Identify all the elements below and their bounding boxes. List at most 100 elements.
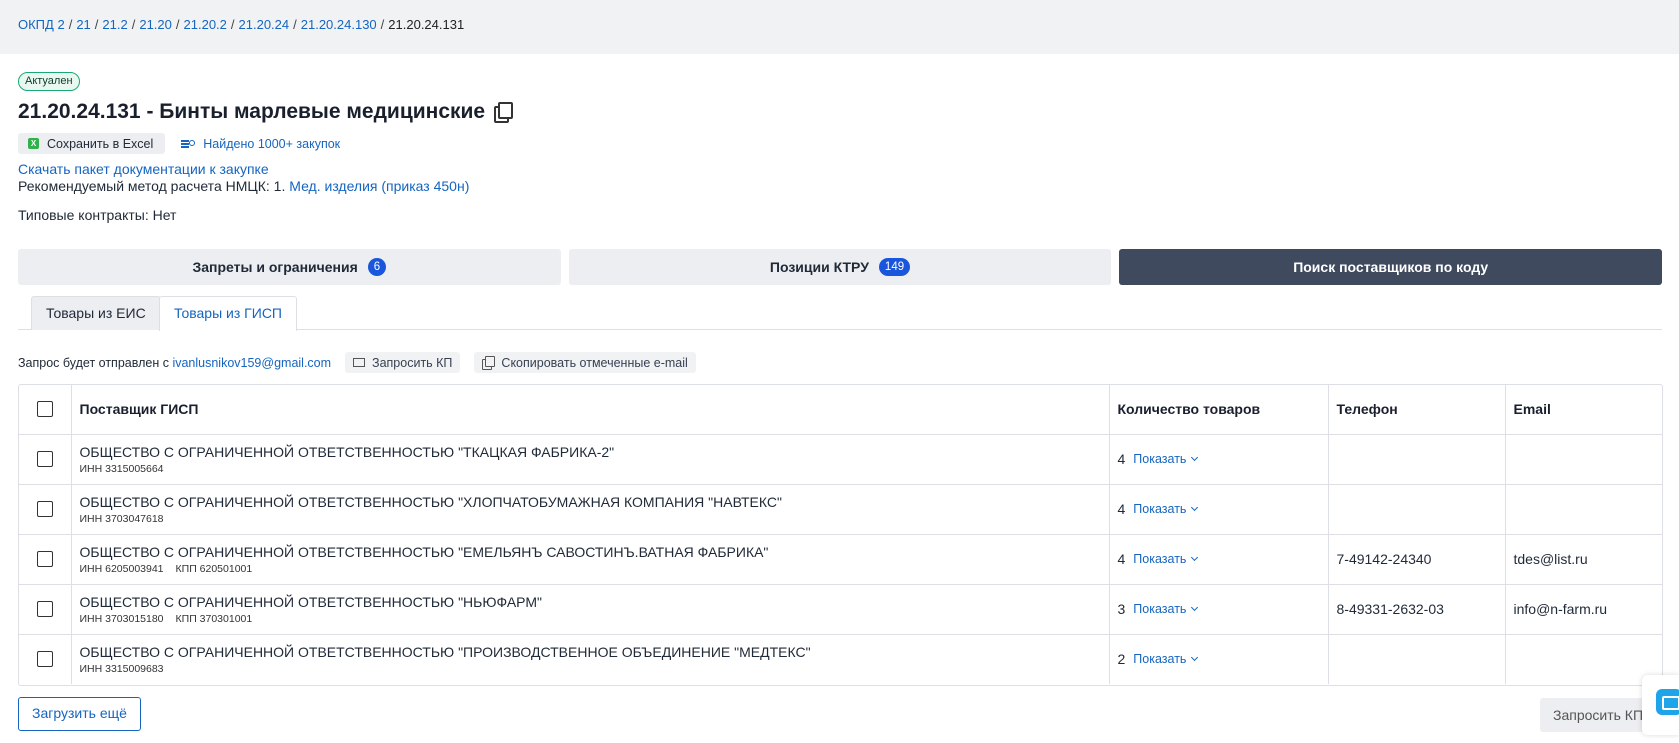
supplier-cell: ОБЩЕСТВО С ОГРАНИЧЕННОЙ ОТВЕТСТВЕННОСТЬЮ…: [71, 634, 1110, 684]
table-header-row: Поставщик ГИСП Количество товаров Телефо…: [19, 385, 1662, 435]
header-email[interactable]: Email: [1505, 385, 1662, 435]
supplier-kpp: КПП 620501001: [175, 562, 253, 575]
chevron-down-icon: [1191, 503, 1199, 512]
supplier-name: ОБЩЕСТВО С ОГРАНИЧЕННОЙ ОТВЕТСТВЕННОСТЬЮ…: [79, 593, 542, 610]
breadcrumb-item-21-2[interactable]: 21.2: [102, 17, 127, 32]
supplier-inn: ИНН 3315005664: [79, 462, 164, 475]
copy-emails-button[interactable]: Скопировать отмеченные e-mail: [474, 352, 696, 373]
header-supplier[interactable]: Поставщик ГИСП: [71, 385, 1110, 435]
quantity-cell: 2 Показать: [1109, 634, 1329, 684]
quantity-value: 4: [1117, 451, 1126, 467]
restrictions-count-badge: 6: [367, 258, 387, 276]
breadcrumb-item-21[interactable]: 21: [76, 17, 90, 32]
row-checkbox[interactable]: [36, 601, 53, 617]
breadcrumb-separator: /: [230, 17, 235, 32]
download-docs-link[interactable]: Скачать пакет документации к закупке: [18, 161, 269, 177]
row-checkbox[interactable]: [36, 501, 53, 517]
tab-restrictions[interactable]: Запреты и ограничения 6: [18, 249, 561, 285]
found-purchases-button[interactable]: Найдено 1000+ закупок: [173, 133, 348, 154]
breadcrumb-item-21-20-2[interactable]: 21.20.2: [184, 17, 227, 32]
show-label: Показать: [1133, 502, 1187, 516]
show-goods-link[interactable]: Показать: [1133, 502, 1199, 516]
supplier-ids: ИНН 3315005664: [80, 463, 1101, 475]
show-label: Показать: [1133, 452, 1187, 466]
quantity-value: 4: [1117, 501, 1126, 517]
load-more-button[interactable]: Загрузить ещё: [18, 697, 141, 731]
quantity-cell: 4 Показать: [1109, 534, 1329, 585]
table-row: ОБЩЕСТВО С ОГРАНИЧЕННОЙ ОТВЕТСТВЕННОСТЬЮ…: [19, 634, 1662, 684]
breadcrumb: ОКПД 2/21/21.2/21.20/21.20.2/21.20.24/21…: [18, 17, 464, 32]
save-excel-button[interactable]: X Сохранить в Excel: [18, 133, 166, 154]
typical-contracts: Типовые контракты: Нет: [18, 207, 177, 223]
chevron-down-icon: [1191, 553, 1199, 562]
chevron-down-icon: [1191, 453, 1199, 462]
breadcrumb-separator: /: [175, 17, 180, 32]
quantity-cell: 3 Показать: [1109, 584, 1329, 635]
email-cell: info@n-farm.ru: [1505, 584, 1662, 635]
request-kp-button[interactable]: Запросить КП: [345, 352, 461, 373]
breadcrumb-current: 21.20.24.131: [388, 17, 465, 32]
supplier-name: ОБЩЕСТВО С ОГРАНИЧЕННОЙ ОТВЕТСТВЕННОСТЬЮ…: [79, 643, 811, 660]
phone-cell: [1328, 484, 1506, 535]
nmck-method-link[interactable]: Мед. изделия (приказ 450н): [289, 178, 469, 194]
email-cell: tdes@list.ru: [1505, 534, 1662, 585]
supplier-inn: ИНН 6205003941: [79, 562, 164, 575]
header-phone[interactable]: Телефон: [1328, 385, 1506, 435]
select-all-checkbox[interactable]: [36, 401, 53, 418]
show-label: Показать: [1133, 552, 1187, 566]
show-goods-link[interactable]: Показать: [1133, 552, 1199, 566]
show-goods-link[interactable]: Показать: [1133, 452, 1199, 466]
row-select-cell: [19, 584, 72, 635]
supplier-name: ОБЩЕСТВО С ОГРАНИЧЕННОЙ ОТВЕТСТВЕННОСТЬЮ…: [79, 493, 782, 510]
supplier-ids: ИНН 3703015180 КПП 370301001: [80, 613, 1101, 625]
row-checkbox[interactable]: [36, 651, 53, 668]
breadcrumb-separator: /: [293, 17, 297, 32]
breadcrumb-item-21-20-24[interactable]: 21.20.24: [239, 17, 290, 32]
supplier-ids: ИНН 3315009683: [80, 663, 1101, 675]
header-quantity[interactable]: Количество товаров: [1109, 385, 1329, 435]
request-sender-text: Запрос будет отправлен с ivanlusnikov159…: [18, 356, 331, 370]
supplier-ids: ИНН 6205003941 КПП 620501001: [80, 563, 1101, 575]
supplier-inn: ИНН 3315009683: [79, 662, 164, 675]
tab-supplier-search[interactable]: Поиск поставщиков по коду: [1119, 249, 1663, 285]
sender-email-link[interactable]: ivanlusnikov159@gmail.com: [172, 356, 331, 370]
supplier-ids: ИНН 3703047618: [80, 513, 1101, 525]
tab-gisp-goods[interactable]: Товары из ГИСП: [159, 296, 297, 331]
copy-icon: [482, 356, 496, 370]
quantity-cell: 4 Показать: [1109, 484, 1329, 535]
select-all-cell: [19, 385, 72, 435]
row-select-cell: [19, 434, 72, 485]
supplier-kpp: КПП 370301001: [175, 612, 253, 625]
tab-restrictions-label: Запреты и ограничения: [192, 259, 358, 275]
tab-ktru-positions[interactable]: Позиции КТРУ 149: [568, 249, 1112, 285]
breadcrumb-separator: /: [94, 17, 99, 32]
show-goods-link[interactable]: Показать: [1133, 602, 1199, 616]
supplier-name: ОБЩЕСТВО С ОГРАНИЧЕННОЙ ОТВЕТСТВЕННОСТЬЮ…: [79, 543, 769, 560]
breadcrumb-item-okpd[interactable]: ОКПД 2: [18, 17, 65, 32]
actions-row: X Сохранить в Excel Найдено 1000+ закупо…: [18, 133, 348, 154]
table-row: ОБЩЕСТВО С ОГРАНИЧЕННОЙ ОТВЕТСТВЕННОСТЬЮ…: [19, 584, 1662, 635]
mail-icon: [353, 358, 366, 367]
row-checkbox[interactable]: [36, 551, 53, 567]
supplier-name: ОБЩЕСТВО С ОГРАНИЧЕННОЙ ОТВЕТСТВЕННОСТЬЮ…: [79, 443, 615, 460]
breadcrumb-separator: /: [380, 17, 385, 32]
copy-emails-label: Скопировать отмеченные e-mail: [501, 355, 688, 370]
chat-widget[interactable]: [1642, 675, 1679, 735]
tab-eis-goods[interactable]: Товары из ЕИС: [31, 296, 161, 330]
show-goods-link[interactable]: Показать: [1133, 652, 1199, 666]
breadcrumb-item-21-20[interactable]: 21.20: [139, 17, 172, 32]
phone-cell: 7-49142-24340: [1328, 534, 1506, 585]
copy-icon[interactable]: [493, 102, 514, 123]
request-kp-label: Запросить КП: [372, 355, 453, 370]
row-checkbox[interactable]: [36, 451, 53, 467]
tab-ktru-label: Позиции КТРУ: [769, 259, 869, 275]
suppliers-table: Поставщик ГИСП Количество товаров Телефо…: [18, 384, 1663, 686]
email-cell: [1505, 434, 1662, 485]
phone-cell: 8-49331-2632-03: [1328, 584, 1506, 635]
supplier-cell: ОБЩЕСТВО С ОГРАНИЧЕННОЙ ОТВЕТСТВЕННОСТЬЮ…: [71, 534, 1110, 585]
quantity-cell: 4 Показать: [1109, 434, 1329, 485]
table-row: ОБЩЕСТВО С ОГРАНИЧЕННОЙ ОТВЕТСТВЕННОСТЬЮ…: [19, 484, 1662, 535]
breadcrumb-item-21-20-24-130[interactable]: 21.20.24.130: [301, 17, 377, 32]
quantity-value: 4: [1117, 551, 1126, 567]
breadcrumb-separator: /: [131, 17, 136, 32]
